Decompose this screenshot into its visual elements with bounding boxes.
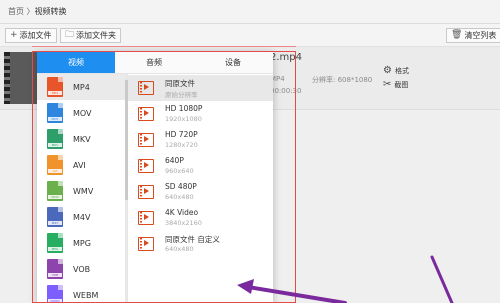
video-preset-icon [138, 185, 154, 199]
add-folder-label: 添加文件夹 [76, 31, 117, 40]
preset-resolution: 原始分辨率 [165, 91, 198, 99]
file-duration: 00:00:30 [270, 87, 302, 95]
container-item-m4v[interactable]: M4V M4V [37, 204, 125, 230]
vob-file-icon: VOB [47, 259, 63, 279]
mkv-file-icon: MKV [47, 129, 63, 149]
add-file-button[interactable]: + 添加文件 [5, 28, 57, 43]
preset-resolution: 1280x720 [165, 141, 198, 149]
container-item-webm[interactable]: WEBM WEBM [37, 282, 125, 303]
trim-option-label: 截图 [394, 80, 409, 89]
top-bar: 首页 〉视频转换 [0, 0, 500, 24]
video-preset-icon [138, 133, 154, 147]
container-label: MP4 [73, 82, 90, 92]
video-preset-icon [138, 107, 154, 121]
breadcrumb: 首页 〉视频转换 [8, 6, 67, 17]
preset-item[interactable]: HD 720P 1280x720 [128, 127, 273, 153]
wmv-file-icon: WMV [47, 181, 63, 201]
container-label: M4V [73, 212, 91, 222]
preset-resolution: 3840x2160 [165, 219, 202, 227]
video-preset-icon [138, 159, 154, 173]
breadcrumb-separator: 〉 [24, 7, 35, 16]
add-folder-button[interactable]: 🗀 添加文件夹 [60, 28, 122, 43]
toolbar: + 添加文件 🗀 添加文件夹 🗑 清空列表 [0, 24, 500, 47]
container-item-mpg[interactable]: MPG MPG [37, 230, 125, 256]
mpg-file-icon: MPG [47, 233, 63, 253]
breadcrumb-current: 视频转换 [34, 7, 67, 16]
container-item-mp4[interactable]: MP4 MP4 [37, 74, 125, 100]
container-list: MP4 MP4 MOV MOV MKV MKV AVI AVI WMV WMV … [37, 74, 125, 303]
preset-resolution: 960x640 [165, 167, 194, 175]
container-label: AVI [73, 160, 86, 170]
mov-file-icon: MOV [47, 103, 63, 123]
container-label: MPG [73, 238, 91, 248]
preset-title: HD 720P [165, 130, 198, 139]
clear-list-label: 清空列表 [464, 31, 497, 40]
container-item-avi[interactable]: AVI AVI [37, 152, 125, 178]
container-item-mov[interactable]: MOV MOV [37, 100, 125, 126]
video-thumbnail [4, 52, 38, 104]
preset-item[interactable]: SD 480P 640x480 [128, 179, 273, 205]
preset-resolution: 640x480 [165, 193, 194, 201]
avi-file-icon: AVI [47, 155, 63, 175]
preset-title: 640P [165, 156, 184, 165]
container-label: WEBM [73, 290, 99, 300]
folder-icon: 🗀 [65, 30, 75, 40]
format-tabs: 视频 音频 设备 [37, 51, 273, 74]
tab-audio[interactable]: 音频 [115, 51, 193, 73]
preset-item[interactable]: 同原文件 原始分辨率 [128, 75, 273, 101]
tab-video[interactable]: 视频 [37, 51, 115, 73]
format-option-label: 格式 [394, 66, 409, 75]
preset-title: HD 1080P [165, 104, 203, 113]
video-preset-icon [138, 237, 154, 251]
tab-device[interactable]: 设备 [193, 51, 273, 73]
format-dropdown: 视频 音频 设备 MP4 MP4 MOV MOV MKV MKV AVI AVI… [37, 51, 273, 303]
add-file-label: 添加文件 [19, 31, 52, 40]
preset-item[interactable]: 4K Video 3840x2160 [128, 205, 273, 231]
preset-title: 4K Video [165, 208, 199, 217]
preset-resolution: 640x480 [165, 245, 194, 253]
preset-item[interactable]: 640P 960x640 [128, 153, 273, 179]
clear-list-button[interactable]: 🗑 清空列表 [446, 28, 500, 43]
preset-list: 同原文件 原始分辨率 HD 1080P 1920x1080 HD 720P 12… [128, 74, 273, 303]
container-label: MKV [73, 134, 91, 144]
preset-title: SD 480P [165, 182, 197, 191]
container-label: VOB [73, 264, 91, 274]
breadcrumb-home[interactable]: 首页 [8, 7, 24, 16]
container-label: MOV [73, 108, 92, 118]
preset-title: 同原文件 [165, 79, 195, 88]
mp4-file-icon: MP4 [47, 77, 63, 97]
trash-icon: 🗑 [451, 30, 463, 40]
file-name: 2.mp4 [270, 52, 302, 63]
m4v-file-icon: M4V [47, 207, 63, 227]
file-resolution: 分辨率: 608*1080 [312, 76, 373, 84]
video-preset-icon [138, 211, 154, 225]
preset-item[interactable]: 同原文件 自定义 640x480 [128, 231, 273, 257]
container-item-vob[interactable]: VOB VOB [37, 256, 125, 282]
preset-resolution: 1920x1080 [165, 115, 202, 123]
plus-icon: + [10, 30, 18, 40]
trim-option[interactable]: ✂ 截图 [383, 79, 408, 90]
preset-title: 同原文件 自定义 [165, 235, 220, 244]
container-label: WMV [73, 186, 94, 196]
gear-icon: ⚙ [383, 65, 392, 76]
webm-file-icon: WEBM [47, 285, 63, 303]
format-option[interactable]: ⚙ 格式 [383, 65, 409, 76]
container-item-wmv[interactable]: WMV WMV [37, 178, 125, 204]
video-preset-icon [138, 81, 154, 95]
scissors-icon: ✂ [383, 79, 392, 90]
film-strip [4, 52, 10, 104]
container-item-mkv[interactable]: MKV MKV [37, 126, 125, 152]
preset-item[interactable]: HD 1080P 1920x1080 [128, 101, 273, 127]
